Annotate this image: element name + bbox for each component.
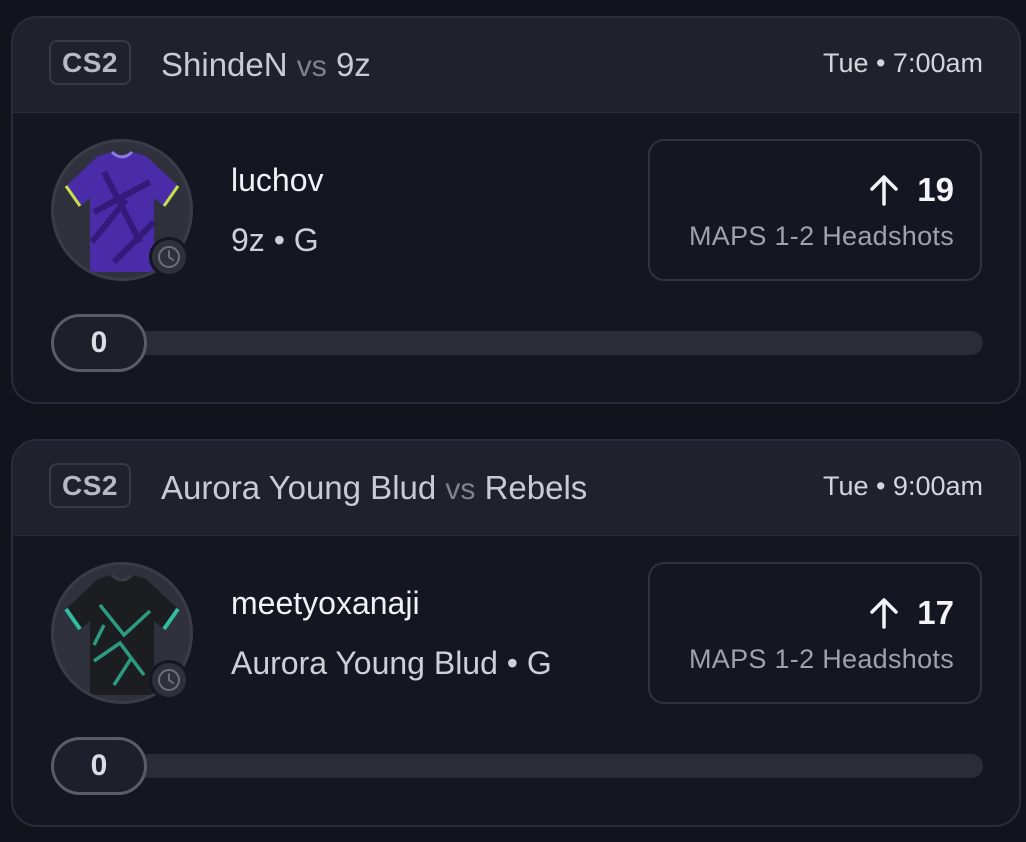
progress-track [51, 754, 983, 778]
matchup: Aurora Young Blud vs Rebels [161, 469, 587, 507]
up-arrow-icon [870, 598, 899, 629]
clock-icon [149, 237, 189, 277]
team-b: 9z [335, 46, 371, 83]
line-value: 17 [917, 594, 954, 631]
progress-value: 0 [51, 737, 147, 795]
player-team-position: Aurora Young Blud • G [231, 645, 552, 681]
projection-box[interactable]: 17 MAPS 1-2 Headshots [648, 562, 982, 704]
stat-label: MAPS 1-2 Headshots [688, 221, 954, 251]
projection-value: 19 [869, 171, 954, 209]
matchup: ShindeN vs 9z [161, 46, 371, 84]
vs-label: vs [296, 50, 327, 83]
card-header: CS2 ShindeN vs 9z Tue • 7:00am [13, 18, 1019, 113]
card-header: CS2 Aurora Young Blud vs Rebels Tue • 9:… [13, 441, 1019, 536]
league-badge: CS2 [49, 463, 131, 508]
player-name: luchov [231, 162, 324, 198]
up-arrow-icon [870, 175, 899, 206]
team-b: Rebels [484, 469, 588, 506]
stat-label: MAPS 1-2 Headshots [688, 644, 954, 674]
team-a: ShindeN [161, 46, 288, 83]
progress-track [51, 331, 983, 355]
projection-box[interactable]: 19 MAPS 1-2 Headshots [648, 139, 982, 281]
progress-value: 0 [51, 314, 147, 372]
game-time: Tue • 9:00am [822, 471, 983, 501]
player-team-position: 9z • G [231, 222, 319, 258]
clock-icon [149, 660, 189, 700]
game-time: Tue • 7:00am [822, 48, 983, 78]
team-a: Aurora Young Blud [161, 469, 437, 506]
line-value: 19 [917, 171, 954, 208]
player-name: meetyoxanaji [231, 585, 420, 621]
league-badge: CS2 [49, 40, 131, 85]
projection-value: 17 [869, 594, 954, 632]
projection-card[interactable]: CS2 ShindeN vs 9z Tue • 7:00am luchov 9z… [11, 16, 1021, 404]
vs-label: vs [445, 473, 476, 506]
projection-card[interactable]: CS2 Aurora Young Blud vs Rebels Tue • 9:… [11, 439, 1021, 827]
